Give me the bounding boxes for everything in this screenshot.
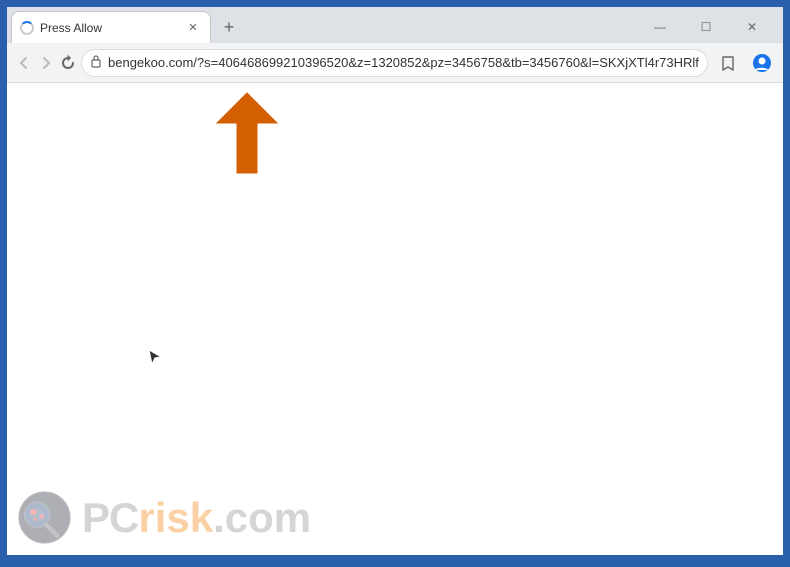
orange-arrow — [202, 88, 282, 183]
menu-button[interactable] — [780, 47, 790, 79]
tab-title: Press Allow — [40, 21, 178, 35]
active-tab[interactable]: Press Allow ✕ — [11, 11, 211, 43]
cursor — [147, 348, 163, 373]
address-bar[interactable]: bengekoo.com/?s=406468699210396520&z=132… — [81, 49, 708, 77]
title-bar: Press Allow ✕ + — ☐ ✕ — [7, 7, 783, 43]
tab-favicon — [20, 21, 34, 35]
pcrisk-logo-icon — [17, 490, 72, 545]
watermark-text: PC risk .com — [82, 494, 311, 542]
reload-button[interactable] — [59, 47, 77, 79]
back-button[interactable] — [15, 47, 33, 79]
window-controls: — ☐ ✕ — [629, 7, 783, 43]
browser-window: Press Allow ✕ + — ☐ ✕ — [5, 5, 785, 557]
page-content: PC risk .com — [7, 83, 783, 555]
maximize-button[interactable]: ☐ — [683, 13, 729, 41]
bookmark-button[interactable] — [712, 47, 744, 79]
toolbar: bengekoo.com/?s=406468699210396520&z=132… — [7, 43, 783, 83]
profile-button[interactable] — [746, 47, 778, 79]
toolbar-right — [712, 47, 790, 79]
new-tab-button[interactable]: + — [215, 13, 243, 41]
minimize-button[interactable]: — — [637, 13, 683, 41]
lock-icon — [90, 54, 102, 71]
watermark-pc: PC — [82, 494, 138, 542]
tab-strip: Press Allow ✕ + — [7, 7, 629, 43]
address-text: bengekoo.com/?s=406468699210396520&z=132… — [108, 55, 699, 70]
tab-close-button[interactable]: ✕ — [184, 19, 202, 37]
forward-button[interactable] — [37, 47, 55, 79]
watermark-risk: risk — [138, 494, 213, 542]
watermark-domain: .com — [213, 494, 311, 542]
watermark: PC risk .com — [17, 490, 311, 545]
close-button[interactable]: ✕ — [729, 13, 775, 41]
